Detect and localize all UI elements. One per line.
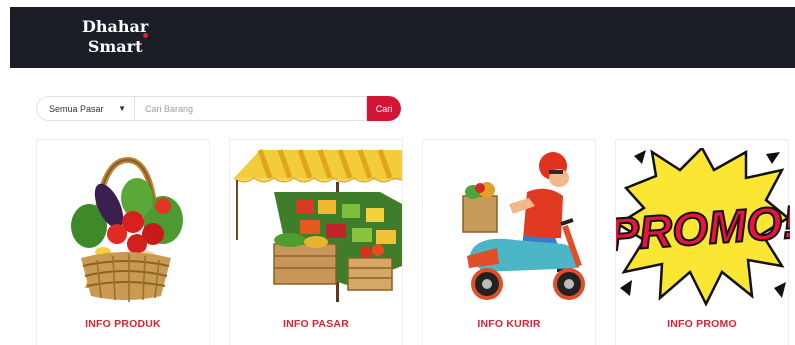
card-info-produk[interactable]: INFO PRODUK [36, 139, 210, 345]
card-info-promo[interactable]: PROMO! INFO PROMO [615, 139, 790, 345]
search-input[interactable] [134, 96, 367, 121]
search-button[interactable]: Cari [367, 96, 401, 121]
card-label: INFO KURIR [477, 318, 541, 330]
brand-line-1: Dhahar [82, 17, 149, 36]
vegetable-basket-icon [71, 157, 183, 302]
header-bar: Dhahar Smart [10, 7, 795, 68]
card-info-pasar[interactable]: INFO PASAR [229, 139, 403, 345]
courier-scooter-icon [462, 152, 585, 300]
promo-burst-icon: PROMO! [616, 148, 790, 307]
card-label: INFO PROMO [667, 318, 737, 330]
chevron-down-icon: ▼ [118, 104, 126, 113]
card-label: INFO PASAR [283, 318, 349, 330]
brand-dot-icon [143, 33, 149, 38]
market-select[interactable]: Semua Pasar ▼ [36, 96, 134, 121]
card-label: INFO PRODUK [85, 318, 161, 330]
search-bar: Semua Pasar ▼ Cari [36, 96, 401, 121]
market-stall-icon [233, 149, 403, 302]
page: Dhahar Smart Semua Pasar ▼ Cari Barang C… [0, 0, 795, 345]
brand-logo[interactable]: Dhahar Smart [82, 17, 149, 57]
card-info-kurir[interactable]: INFO KURIR [422, 139, 596, 345]
market-select-value: Semua Pasar [49, 103, 104, 114]
brand-line-2: Smart [87, 37, 143, 56]
